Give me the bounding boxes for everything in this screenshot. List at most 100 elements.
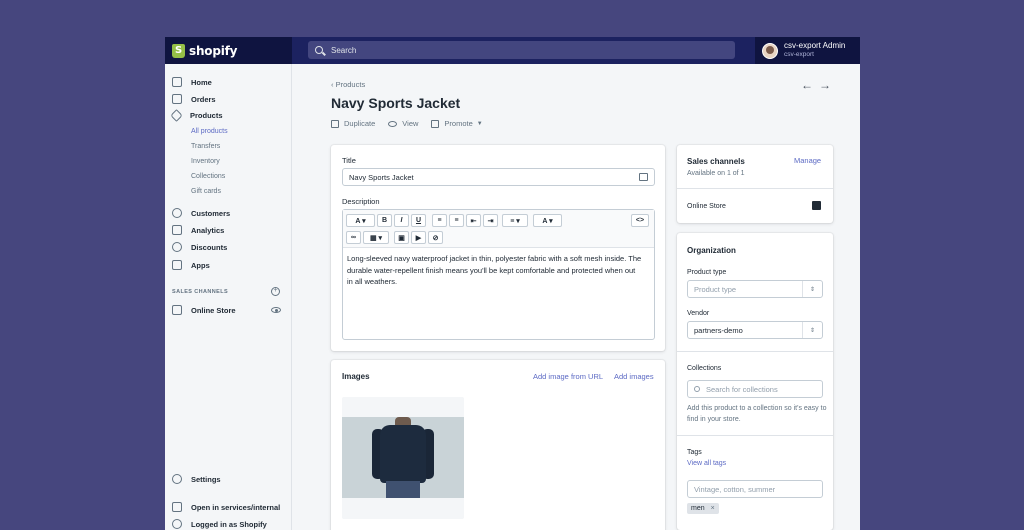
organization-title: Organization [687, 246, 736, 255]
view-store-eye-icon[interactable] [271, 307, 281, 313]
home-icon [172, 77, 182, 87]
add-image-from-url-link[interactable]: Add image from URL [533, 372, 603, 381]
eye-icon [388, 120, 398, 127]
sidebar: Home Orders Products All products Transf… [165, 64, 292, 530]
product-type-select[interactable]: Product type ⇕ [687, 280, 823, 298]
sidebar-item-orders[interactable]: Orders [172, 94, 216, 104]
table-dropdown[interactable]: ▦ ▾ [363, 231, 389, 244]
add-sales-channel-icon[interactable]: + [271, 287, 280, 296]
indent-icon[interactable]: ⇥ [483, 214, 498, 227]
search-input[interactable]: Search [308, 41, 735, 59]
sidebar-subitem-gift-cards[interactable]: Gift cards [191, 188, 221, 195]
search-placeholder: Search [331, 45, 357, 55]
sidebar-item-open-in-services[interactable]: Open in services/internal [172, 502, 280, 512]
text-style-dropdown[interactable]: A ▾ [346, 214, 375, 227]
sidebar-item-label: Apps [191, 260, 210, 270]
tag-chip-label: men [691, 505, 705, 512]
caret-down-icon: ▼ [476, 120, 483, 127]
select-arrows-icon: ⇕ [802, 281, 822, 297]
tags-placeholder: Vintage, cotton, summer [694, 484, 776, 494]
collections-search-input[interactable]: Search for collections [687, 380, 823, 398]
manage-link[interactable]: Manage [794, 156, 821, 165]
discount-icon [172, 242, 182, 252]
clear-formatting-icon[interactable]: ⊘ [428, 231, 443, 244]
align-dropdown[interactable]: ≡ ▾ [502, 214, 528, 227]
editor-toolbar: A ▾ B I U ≡ ≡ ⇤ ⇥ ≡ ▾ A ▾ <> ∞ ▦ ▾ ▣ ▶ ⊘ [343, 210, 654, 248]
outdent-icon[interactable]: ⇤ [466, 214, 481, 227]
sidebar-item-discounts[interactable]: Discounts [172, 242, 227, 252]
view-all-tags-link[interactable]: View all tags [687, 460, 726, 467]
underline-button[interactable]: U [411, 214, 426, 227]
link-icon[interactable]: ∞ [346, 231, 361, 244]
title-value: Navy Sports Jacket [349, 172, 414, 182]
sidebar-item-label: Logged in as Shopify [191, 519, 267, 529]
calendar-icon[interactable] [812, 201, 821, 210]
sales-channels-heading: SALES CHANNELS [172, 289, 229, 295]
sidebar-item-products[interactable]: Products [170, 109, 223, 122]
sidebar-item-label: Home [191, 77, 212, 87]
store-icon [172, 305, 182, 315]
product-details-card: Title Navy Sports Jacket Description A ▾… [331, 145, 665, 351]
sidebar-subitem-inventory[interactable]: Inventory [191, 158, 220, 165]
sidebar-subitem-collections[interactable]: Collections [191, 173, 225, 180]
numbered-list-icon[interactable]: ≡ [449, 214, 464, 227]
next-product-arrow-icon[interactable]: → [819, 78, 831, 92]
breadcrumb[interactable]: ‹ Products [331, 80, 365, 89]
apps-icon [172, 260, 182, 270]
vendor-label: Vendor [687, 310, 710, 317]
video-icon[interactable]: ▶ [411, 231, 426, 244]
sidebar-item-settings[interactable]: Settings [172, 474, 221, 484]
sidebar-item-customers[interactable]: Customers [172, 208, 230, 218]
sales-channels-subtitle: Available on 1 of 1 [687, 170, 745, 177]
add-images-link[interactable]: Add images [614, 372, 654, 381]
promote-button[interactable]: Promote ▼ [431, 119, 483, 128]
select-arrows-icon: ⇕ [802, 322, 822, 338]
sidebar-item-apps[interactable]: Apps [172, 260, 210, 270]
tags-label: Tags [687, 449, 702, 456]
user-menu[interactable]: csv-export Admin csv-export [755, 37, 860, 64]
external-link-icon [431, 119, 440, 128]
previous-product-arrow-icon[interactable]: ← [801, 78, 813, 92]
remove-tag-icon[interactable]: × [711, 505, 715, 512]
bold-button[interactable]: B [377, 214, 392, 227]
search-icon [315, 46, 323, 54]
tag-icon [170, 109, 183, 122]
sidebar-item-online-store[interactable]: Online Store [172, 305, 236, 315]
vendor-select[interactable]: partners-demo ⇕ [687, 321, 823, 339]
sidebar-item-analytics[interactable]: Analytics [172, 225, 224, 235]
html-source-button[interactable]: <> [631, 214, 649, 227]
user-store: csv-export [784, 51, 814, 59]
sidebar-item-label: Online Store [191, 305, 236, 315]
sidebar-item-logged-in[interactable]: Logged in as Shopify [172, 519, 267, 529]
bullet-list-icon[interactable]: ≡ [432, 214, 447, 227]
app-window: shopify Search csv-export Admin csv-expo… [165, 37, 860, 530]
search-icon [694, 386, 700, 392]
sidebar-subitem-all-products[interactable]: All products [191, 128, 228, 135]
sales-channels-card: Sales channels Available on 1 of 1 Manag… [677, 145, 833, 223]
text-color-dropdown[interactable]: A ▾ [533, 214, 562, 227]
sidebar-subitem-transfers[interactable]: Transfers [191, 143, 220, 150]
page-actions: Duplicate View Promote ▼ [331, 119, 496, 128]
view-button[interactable]: View [388, 119, 418, 128]
shopping-bag-icon [172, 43, 185, 58]
user-name: csv-export Admin [784, 41, 846, 51]
customer-icon [172, 208, 182, 218]
field-icon [639, 173, 648, 181]
image-icon[interactable]: ▣ [394, 231, 409, 244]
sidebar-item-label: Open in services/internal [191, 502, 281, 512]
duplicate-label: Duplicate [344, 119, 376, 128]
sidebar-item-label: Discounts [191, 242, 228, 252]
duplicate-button[interactable]: Duplicate [331, 119, 375, 128]
title-input[interactable]: Navy Sports Jacket [342, 168, 655, 186]
shopify-logo[interactable]: shopify [165, 37, 292, 64]
tags-input[interactable]: Vintage, cotton, summer [687, 480, 823, 498]
product-image[interactable] [342, 397, 464, 519]
tag-chip: men × [687, 503, 719, 514]
sidebar-item-home[interactable]: Home [172, 77, 212, 87]
duplicate-icon [331, 119, 339, 128]
description-text[interactable]: Long-sleeved navy waterproof jacket in t… [347, 253, 642, 288]
sales-channels-title: Sales channels [687, 157, 745, 166]
collections-label: Collections [687, 365, 722, 372]
brand-name: shopify [189, 43, 238, 58]
italic-button[interactable]: I [394, 214, 409, 227]
